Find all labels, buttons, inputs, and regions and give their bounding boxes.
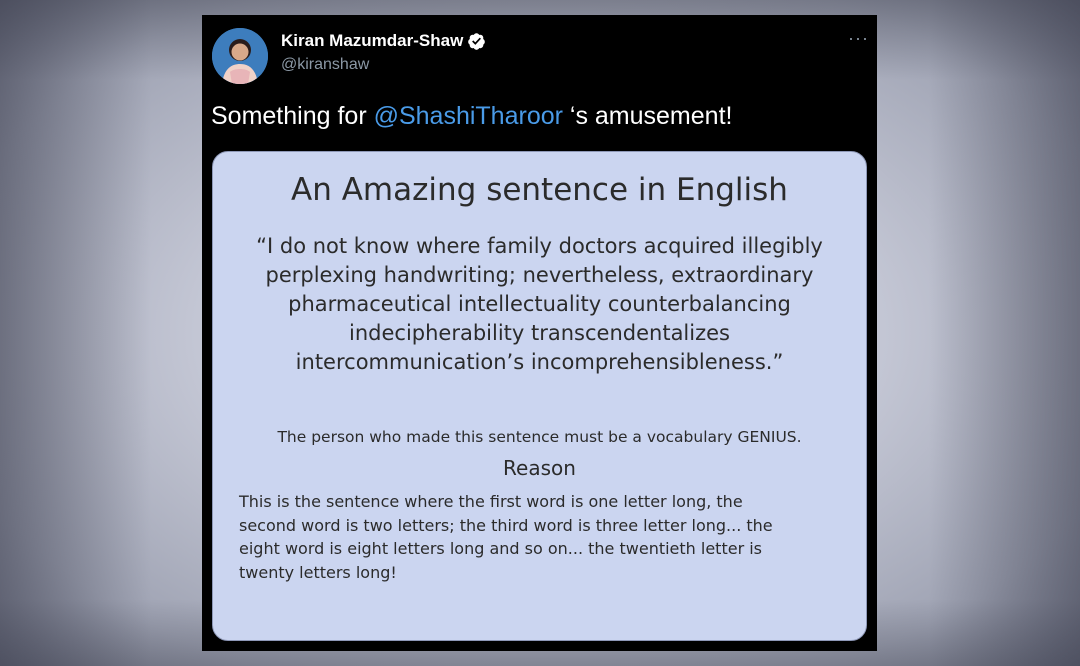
tweet-text-before: Something for (211, 102, 374, 130)
image-quote: “I do not know where family doctors acqu… (213, 232, 866, 377)
tweet-image[interactable]: An Amazing sentence in English “I do not… (212, 151, 867, 641)
tweet-text-after: ‘s amusement! (562, 102, 733, 130)
genius-line: The person who made this sentence must b… (277, 428, 802, 446)
author-name[interactable]: Kiran Mazumdar-Shaw (281, 31, 486, 51)
quote-line: pharmaceutical intellectuality counterba… (288, 292, 791, 316)
explanation-line: second word is two letters; the third wo… (239, 515, 773, 535)
quote-line: indecipherability transcendentalizes (349, 321, 730, 345)
explanation: This is the sentence where the first wor… (239, 490, 773, 584)
tweet-card: Kiran Mazumdar-Shaw @kiranshaw ··· Somet… (202, 15, 877, 651)
quote-line: “I do not know where family doctors acqu… (256, 234, 823, 258)
verified-badge-icon (468, 32, 486, 50)
mention-link[interactable]: @ShashiTharoor (374, 102, 563, 130)
explanation-line: eight word is eight letters long and so … (239, 539, 763, 558)
quote-line: perplexing handwriting; nevertheless, ex… (265, 263, 814, 287)
author-name-text: Kiran Mazumdar-Shaw (281, 31, 464, 50)
tweet-text: Something for @ShashiTharoor ‘s amusemen… (211, 102, 732, 131)
image-title: An Amazing sentence in English (291, 172, 788, 208)
author-handle[interactable]: @kiranshaw (281, 56, 369, 74)
quote-line: intercommunication’s incomprehensiblenes… (295, 350, 784, 374)
more-options-icon[interactable]: ··· (848, 29, 869, 47)
reason-heading: Reason (503, 456, 576, 480)
explanation-line: twenty letters long! (239, 562, 397, 582)
avatar[interactable] (212, 28, 268, 84)
explanation-line: This is the sentence where the first wor… (239, 492, 743, 511)
